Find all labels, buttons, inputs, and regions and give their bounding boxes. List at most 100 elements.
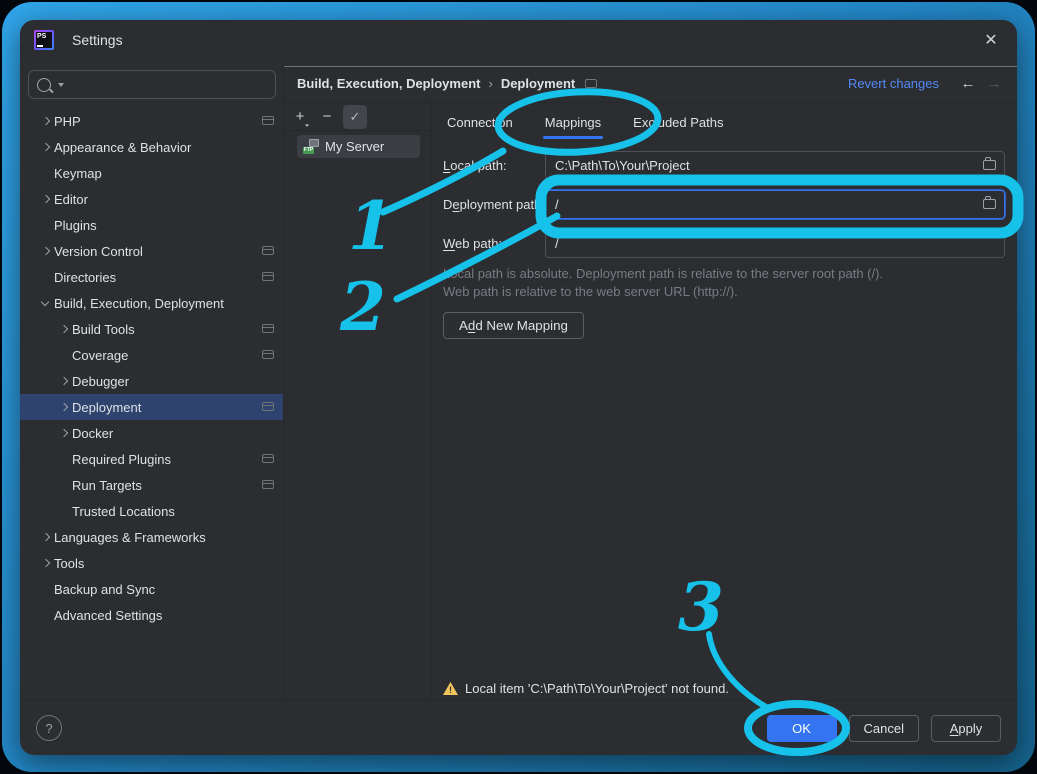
search-icon [37, 78, 51, 92]
dropdown-arrow-icon [303, 120, 309, 126]
tab-mappings[interactable]: Mappings [543, 109, 603, 142]
forward-arrow-icon: → [981, 70, 1007, 96]
folder-icon[interactable] [983, 199, 996, 209]
add-icon[interactable]: + [289, 106, 311, 128]
sidebar-item-run-targets[interactable]: Run Targets [20, 472, 283, 498]
sidebar-item-appearance-behavior[interactable]: Appearance & Behavior [20, 134, 283, 160]
chevron-right-icon[interactable] [56, 425, 72, 441]
chevron-right-icon[interactable] [38, 139, 54, 155]
chevron-right-icon[interactable] [56, 399, 72, 415]
sidebar-item-label: Backup and Sync [54, 582, 155, 597]
sidebar-item-label: Advanced Settings [54, 608, 162, 623]
toggle-enabled-icon[interactable]: ✓ [343, 105, 367, 129]
breadcrumb-parent[interactable]: Build, Execution, Deployment [297, 76, 480, 91]
window-badge-icon [262, 324, 274, 333]
deployment-path-label: Deployment path: [443, 197, 545, 212]
sidebar-item-tools[interactable]: Tools [20, 550, 283, 576]
web-path-field[interactable] [545, 229, 1005, 258]
deployment-path-field-wrap [545, 190, 1005, 219]
sidebar-item-directories[interactable]: Directories [20, 264, 283, 290]
search-history-chevron-icon[interactable] [58, 83, 64, 87]
sidebar-item-languages-frameworks[interactable]: Languages & Frameworks [20, 524, 283, 550]
pane-header: Build, Execution, Deployment › Deploymen… [283, 64, 1017, 103]
breadcrumb-separator: › [488, 76, 492, 91]
ftp-server-icon: FTP [303, 139, 319, 154]
sidebar-item-deployment[interactable]: Deployment [20, 394, 283, 420]
local-path-field[interactable] [545, 151, 1005, 180]
help-icon[interactable]: ? [36, 715, 62, 741]
close-icon[interactable]: ✕ [977, 26, 1005, 54]
sidebar-item-label: Tools [54, 556, 84, 571]
sidebar-item-coverage[interactable]: Coverage [20, 342, 283, 368]
web-path-label: Web path: [443, 236, 545, 251]
sidebar-item-label: Required Plugins [72, 452, 171, 467]
deployment-path-field[interactable] [545, 190, 1005, 219]
tab-connection[interactable]: Connection [445, 109, 515, 142]
warning-text: Local item 'C:\Path\To\Your\Project' not… [465, 681, 729, 696]
dialog-footer: ? OK Cancel Apply [20, 700, 1017, 755]
warning-icon: ! [443, 682, 458, 695]
chevron-spacer [56, 347, 72, 363]
window-badge-icon [262, 116, 274, 125]
server-toolbar: +−✓ [284, 103, 431, 131]
sidebar-item-advanced-settings[interactable]: Advanced Settings [20, 602, 283, 628]
revert-changes-link[interactable]: Revert changes [848, 76, 939, 91]
chevron-right-icon[interactable] [38, 113, 54, 129]
chevron-down-icon[interactable] [38, 295, 54, 311]
sidebar-item-plugins[interactable]: Plugins [20, 212, 283, 238]
sidebar-item-php[interactable]: PHP [20, 108, 283, 134]
server-item-my-server[interactable]: FTP My Server [297, 135, 420, 158]
cancel-button[interactable]: Cancel [849, 715, 919, 742]
sidebar-item-label: Coverage [72, 348, 128, 363]
sidebar-item-docker[interactable]: Docker [20, 420, 283, 446]
tab-excluded-paths[interactable]: Excluded Paths [631, 109, 725, 142]
back-arrow-icon[interactable]: ← [955, 70, 981, 96]
add-new-mapping-button[interactable]: Add New Mapping [443, 312, 584, 339]
warning-row: ! Local item 'C:\Path\To\Your\Project' n… [443, 681, 729, 696]
chevron-right-icon[interactable] [38, 555, 54, 571]
sidebar-item-label: Debugger [72, 374, 129, 389]
ok-button[interactable]: OK [767, 715, 837, 742]
chevron-right-icon[interactable] [38, 529, 54, 545]
search-input[interactable] [28, 70, 276, 99]
footer-buttons: OK Cancel Apply [767, 715, 1001, 742]
chevron-right-icon[interactable] [56, 373, 72, 389]
chevron-spacer [56, 503, 72, 519]
sidebar-item-editor[interactable]: Editor [20, 186, 283, 212]
field-row-local-path: Local path: [443, 151, 1005, 180]
sidebar-item-label: Docker [72, 426, 113, 441]
settings-tree: PHPAppearance & BehaviorKeymap Editor Plug… [20, 108, 283, 628]
sidebar-item-label: Languages & Frameworks [54, 530, 206, 545]
settings-dialog: PS Settings ✕ PHPAppearance & BehaviorKe… [20, 20, 1017, 755]
window-badge-icon [262, 480, 274, 489]
sidebar-item-build-execution-deployment[interactable]: Build, Execution, Deployment [20, 290, 283, 316]
mapping-help-text: Local path is absolute. Deployment path … [443, 265, 883, 301]
breadcrumb: Build, Execution, Deployment › Deploymen… [297, 76, 597, 91]
web-path-field-wrap [545, 229, 1005, 258]
sidebar-item-version-control[interactable]: Version Control [20, 238, 283, 264]
sidebar-item-label: Version Control [54, 244, 143, 259]
sidebar-item-label: Deployment [72, 400, 141, 415]
sidebar-item-required-plugins[interactable]: Required Plugins [20, 446, 283, 472]
sidebar-item-trusted-locations[interactable]: Trusted Locations [20, 498, 283, 524]
window-badge-icon [262, 454, 274, 463]
local-path-field-wrap [545, 151, 1005, 180]
window-badge-icon [262, 272, 274, 281]
folder-icon[interactable] [983, 160, 996, 170]
sidebar-item-build-tools[interactable]: Build Tools [20, 316, 283, 342]
sidebar-item-label: Build Tools [72, 322, 135, 337]
chevron-spacer [38, 581, 54, 597]
apply-button[interactable]: Apply [931, 715, 1001, 742]
sidebar-item-label: Run Targets [72, 478, 142, 493]
chevron-right-icon[interactable] [38, 243, 54, 259]
help-line: Local path is absolute. Deployment path … [443, 265, 883, 283]
server-item-label: My Server [325, 139, 384, 154]
sidebar-item-label: Editor [54, 192, 88, 207]
chevron-right-icon[interactable] [56, 321, 72, 337]
sidebar-item-debugger[interactable]: Debugger [20, 368, 283, 394]
sidebar-item-backup-and-sync[interactable]: Backup and Sync [20, 576, 283, 602]
chevron-right-icon[interactable] [38, 191, 54, 207]
chevron-spacer [38, 269, 54, 285]
sidebar-item-keymap[interactable]: Keymap [20, 160, 283, 186]
remove-icon[interactable]: − [316, 106, 338, 128]
